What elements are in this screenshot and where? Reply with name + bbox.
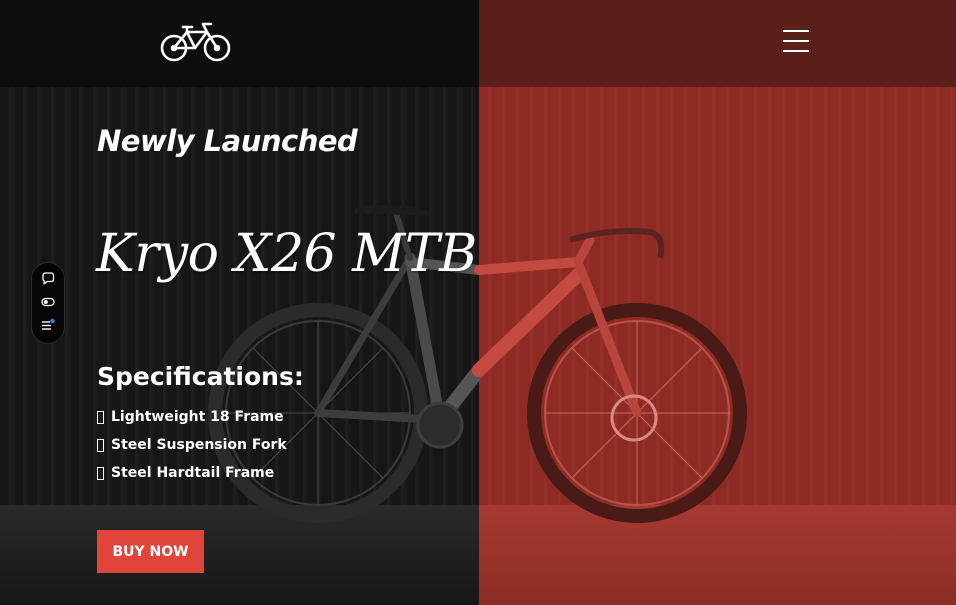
- menu-bar: [783, 30, 809, 32]
- hero-stage: Newly Launched Kryo X26 MTB Specificatio…: [0, 0, 956, 605]
- spec-item: Steel Hardtail Frame: [97, 459, 287, 487]
- checkbox-glyph-icon: [97, 410, 104, 424]
- chat-bubble-icon[interactable]: [40, 271, 56, 287]
- spec-item: Lightweight 18 Frame: [97, 403, 287, 431]
- menu-bar: [783, 50, 809, 52]
- hamburger-menu-icon[interactable]: [783, 30, 811, 58]
- specifications-heading: Specifications:: [97, 362, 304, 391]
- product-title: Kryo X26 MTB: [96, 224, 477, 284]
- list-settings-icon[interactable]: [40, 317, 56, 333]
- spec-item: Steel Suspension Fork: [97, 431, 287, 459]
- spec-item-label: Lightweight 18 Frame: [111, 409, 284, 425]
- menu-bar: [783, 40, 809, 42]
- header-left: [0, 0, 479, 87]
- bicycle-logo-icon[interactable]: [159, 18, 233, 66]
- side-toolbar: [32, 263, 64, 343]
- checkbox-glyph-icon: [97, 466, 104, 480]
- bicycle-image: [208, 204, 747, 523]
- spec-item-label: Steel Suspension Fork: [111, 437, 287, 453]
- toggle-icon[interactable]: [40, 294, 56, 310]
- checkbox-glyph-icon: [97, 438, 104, 452]
- specifications-list: Lightweight 18 Frame Steel Suspension Fo…: [97, 403, 287, 487]
- spec-item-label: Steel Hardtail Frame: [111, 465, 275, 481]
- header-right: [479, 0, 956, 87]
- eyebrow-text: Newly Launched: [97, 124, 358, 158]
- buy-now-button[interactable]: BUY NOW: [97, 530, 204, 573]
